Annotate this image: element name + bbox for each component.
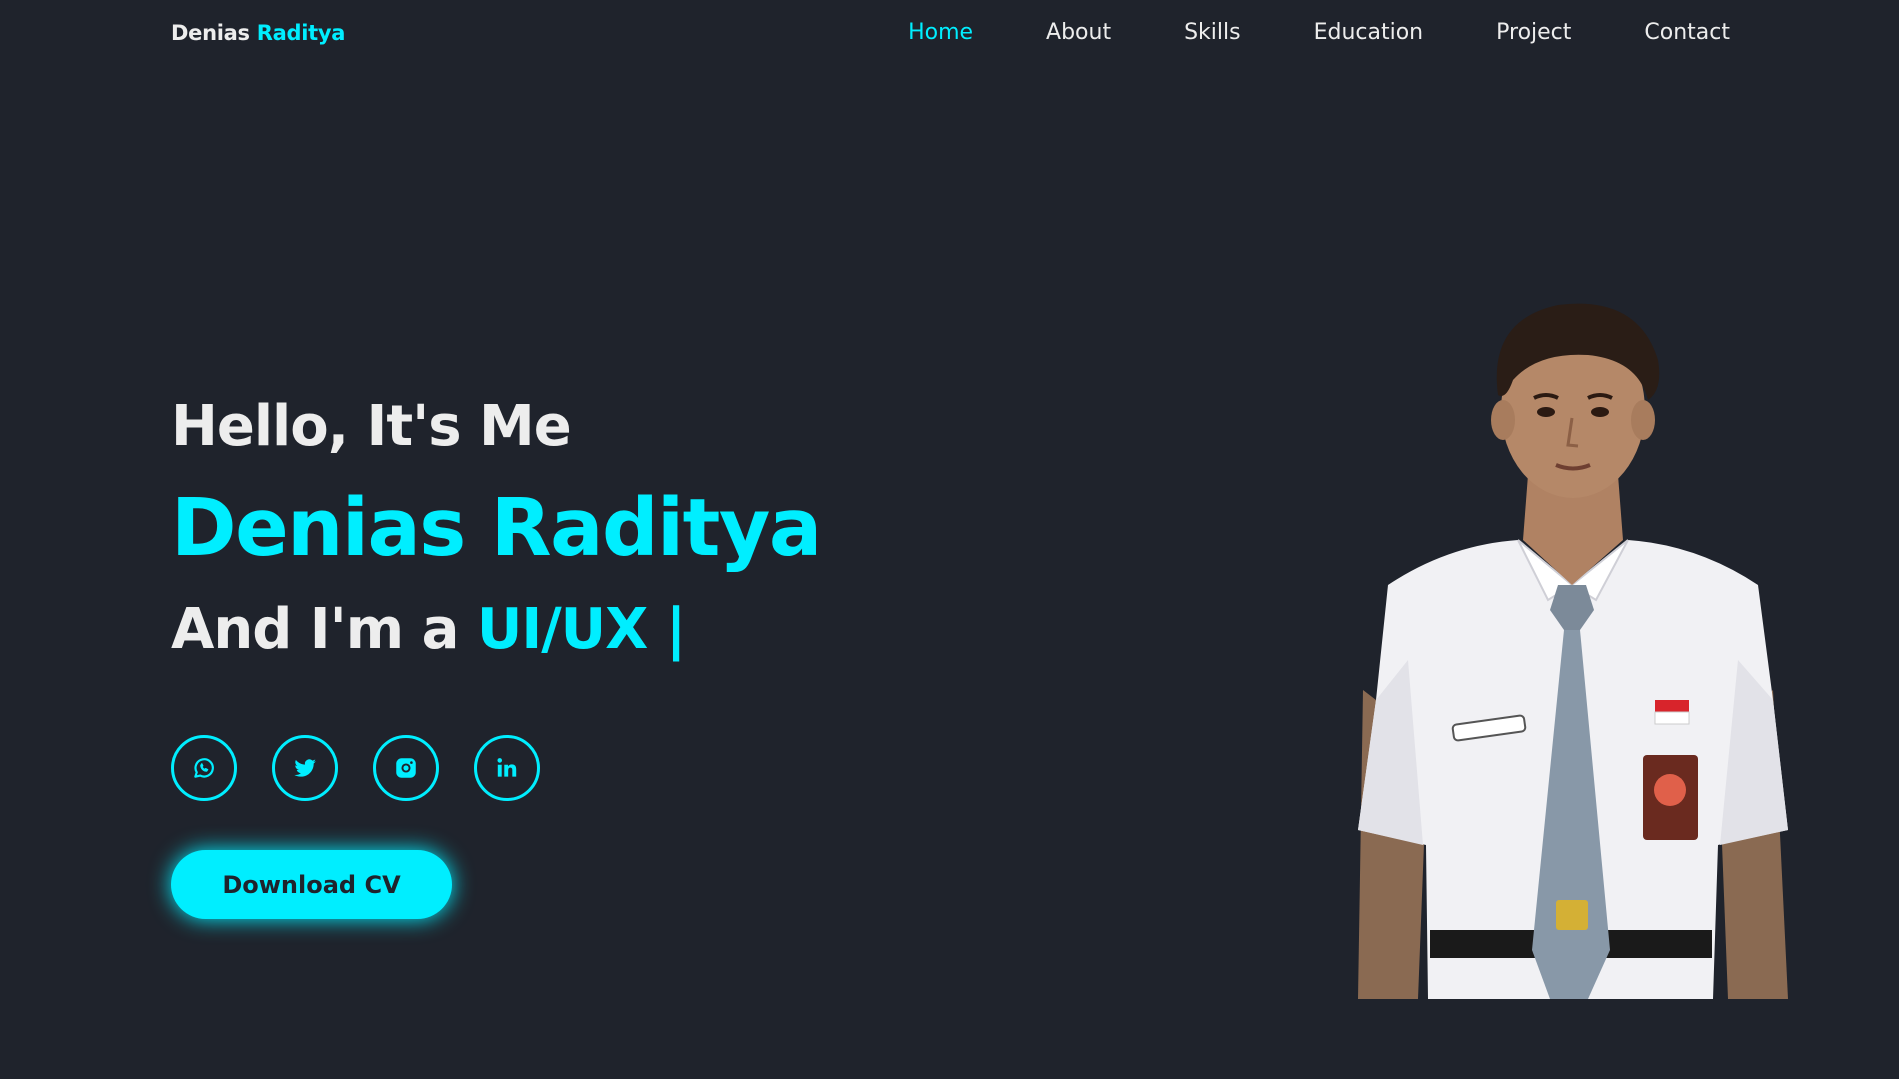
hero-name: Denias Raditya [171,482,822,574]
nav-skills[interactable]: Skills [1184,20,1241,45]
nav-project[interactable]: Project [1496,20,1571,45]
nav-menu: Home About Skills Education Project Cont… [908,20,1730,45]
nav-contact[interactable]: Contact [1644,20,1730,45]
navbar: Denias Raditya Home About Skills Educati… [0,0,1899,70]
whatsapp-link[interactable] [171,735,237,801]
twitter-icon [294,759,316,777]
hero-role-typed: UI/UX | [476,597,686,662]
profile-photo [1358,303,1788,999]
download-cv-button[interactable]: Download CV [171,850,452,919]
instagram-link[interactable] [373,735,439,801]
nav-about[interactable]: About [1046,20,1111,45]
twitter-link[interactable] [272,735,338,801]
linkedin-link[interactable] [474,735,540,801]
hero-role-prefix: And I'm a [171,597,459,662]
logo-second: Raditya [256,21,346,45]
nav-education[interactable]: Education [1314,20,1424,45]
logo-first: Denias [171,21,250,45]
page: Denias Raditya Home About Skills Educati… [0,0,1899,1079]
nav-home[interactable]: Home [908,20,973,45]
linkedin-icon [497,758,517,777]
logo[interactable]: Denias Raditya [171,21,345,45]
whatsapp-icon [194,758,214,778]
hero-role: And I'm a UI/UX | [171,597,686,662]
hero-greeting: Hello, It's Me [171,394,572,459]
instagram-icon [396,758,416,778]
social-links [171,735,540,801]
